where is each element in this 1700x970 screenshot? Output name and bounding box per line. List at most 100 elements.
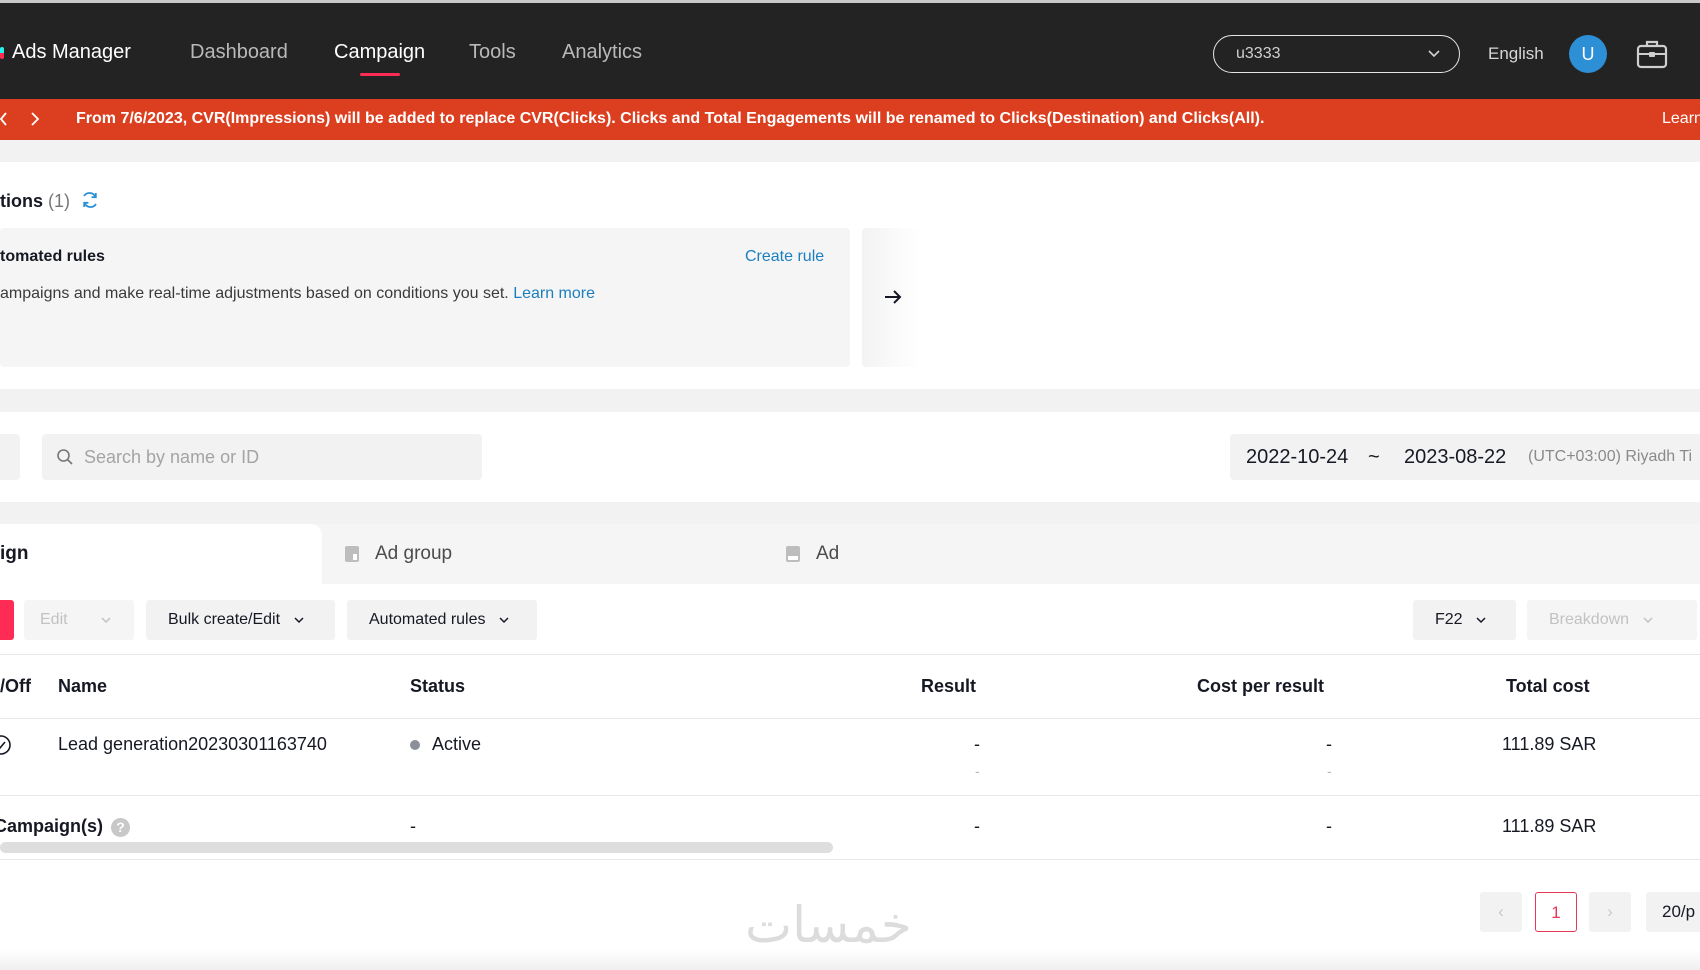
chevron-down-icon [1476,617,1486,623]
suggestion-card-automated-rules: tomated rules Create rule ampaigns and m… [0,228,850,367]
filter-bar: 2022-10-24 ~ 2023-08-22 (UTC+03:00) Riya… [0,412,1700,502]
edit-button: Edit [24,600,134,640]
arrow-right-icon [885,290,902,304]
page-1-button[interactable]: 1 [1535,892,1577,932]
row-campaign-name[interactable]: Lead generation20230301163740 [58,734,327,755]
banner-learn-more-link[interactable]: Learn [1662,110,1700,128]
status-dot-icon [410,740,420,751]
edit-button-label: Edit [40,611,68,628]
row-cost-per-result-sub: - [1327,763,1332,779]
help-icon[interactable]: ? [111,817,131,837]
banner-message: From 7/6/2023, CVR(Impressions) will be … [76,110,1265,127]
row-divider [0,795,1700,796]
card-learn-more-link[interactable]: Learn more [513,285,595,302]
timezone-label: (UTC+03:00) Riyadh Ti [1528,448,1693,465]
col-header-status[interactable]: Status [410,676,465,697]
column-preset-label: F22 [1435,611,1463,628]
ad-icon [786,546,800,562]
nav-active-indicator [360,73,400,76]
card-title: tomated rules [0,248,105,265]
watermark-logo: خمسات [745,896,912,954]
col-header-result[interactable]: Result [921,676,976,697]
row-total-cost: 111.89 SAR [1502,734,1597,754]
bottom-edge [0,950,1700,970]
account-select-value: u3333 [1236,45,1281,62]
breakdown-select: Breakdown [1527,600,1697,640]
chevron-down-icon [499,617,509,623]
total-row-label: Campaign(s)? [0,816,131,837]
tab-ad-group-label: Ad group [375,543,453,564]
create-button[interactable] [0,600,14,640]
search-input[interactable] [84,434,474,480]
tab-ad-group[interactable]: Ad group [344,524,764,584]
nav-dashboard[interactable]: Dashboard [190,41,288,64]
nav-tools[interactable]: Tools [469,41,516,64]
nav-campaign[interactable]: Campaign [334,41,425,64]
col-header-onoff: /Off [0,676,31,696]
table-top-divider [0,654,1700,655]
row-cost-per-result: - [1326,734,1332,754]
tab-ad[interactable]: Ad [785,524,1085,584]
page-size-select[interactable]: 20/p [1646,892,1700,932]
level-tabs: ign Ad group Ad [0,524,1700,584]
bulk-button-label: Bulk create/Edit [168,611,281,628]
card-description: ampaigns and make real-time adjustments … [0,285,595,303]
brand-logo[interactable]: Ads Manager [0,41,131,64]
total-row-label-text: Campaign(s) [0,816,104,836]
header-divider [0,718,1700,719]
brand-mark-icon [0,46,4,59]
col-header-name[interactable]: Name [58,676,107,697]
date-end: 2023-08-22 [1404,446,1507,468]
refresh-icon[interactable] [80,190,100,210]
filter-dropdown-stub[interactable] [0,434,20,480]
ad-group-icon [345,546,359,562]
next-suggestion-button[interactable] [862,228,920,367]
total-row-total-cost: 111.89 SAR [1502,816,1597,836]
nav-analytics[interactable]: Analytics [562,41,642,64]
search-icon [57,449,73,465]
suggestions-panel: tions (1) tomated rules Create rule ampa… [0,162,1700,389]
avatar[interactable]: U [1569,35,1607,73]
search-box[interactable] [42,434,482,480]
total-row-status: - [410,816,416,836]
automated-rules-button[interactable]: Automated rules [347,600,537,640]
total-row-result: - [974,816,980,836]
table-bottom-divider [0,859,1700,860]
column-preset-select[interactable]: F22 [1413,600,1516,640]
chevron-left-icon[interactable] [0,110,8,128]
col-header-total-cost[interactable]: Total cost [1506,676,1590,697]
suggestions-title: tions [0,191,43,211]
date-separator: ~ [1368,446,1380,468]
breakdown-label: Breakdown [1549,611,1630,628]
prev-page-button[interactable]: ‹ [1480,892,1522,932]
tab-campaign[interactable]: ign [0,524,322,584]
tab-campaign-label: ign [0,543,29,564]
briefcase-icon[interactable] [1635,37,1669,71]
brand-name: Ads Manager [12,41,131,63]
chevron-down-icon [1642,617,1653,623]
account-select[interactable]: u3333 [1213,35,1460,73]
next-page-button[interactable]: › [1589,892,1631,932]
row-result: - [974,734,980,754]
horizontal-scrollbar[interactable] [0,842,833,853]
chevron-down-icon [293,617,304,623]
chevron-right-icon[interactable] [28,110,42,128]
total-row-cost-per-result: - [1326,816,1332,836]
language-switcher[interactable]: English [1488,44,1544,64]
chevron-down-icon [101,617,111,623]
top-nav: Ads Manager Dashboard Campaign Tools Ana… [0,0,1700,99]
check-circle-icon[interactable] [0,734,12,756]
create-rule-link[interactable]: Create rule [745,248,824,266]
card-description-text: ampaigns and make real-time adjustments … [0,285,509,302]
row-status-text: Active [432,734,482,754]
chevron-down-icon [1428,50,1440,58]
date-range-picker[interactable]: 2022-10-24 ~ 2023-08-22 (UTC+03:00) Riya… [1230,434,1700,480]
date-start: 2022-10-24 [1246,446,1349,468]
tab-ad-label: Ad [816,543,840,564]
row-result-sub: - [975,763,980,779]
row-status: Active [410,734,481,755]
col-header-cost-per-result[interactable]: Cost per result [1197,676,1324,697]
bulk-create-edit-button[interactable]: Bulk create/Edit [146,600,335,640]
notice-banner: From 7/6/2023, CVR(Impressions) will be … [0,99,1700,140]
rules-button-label: Automated rules [369,611,486,628]
